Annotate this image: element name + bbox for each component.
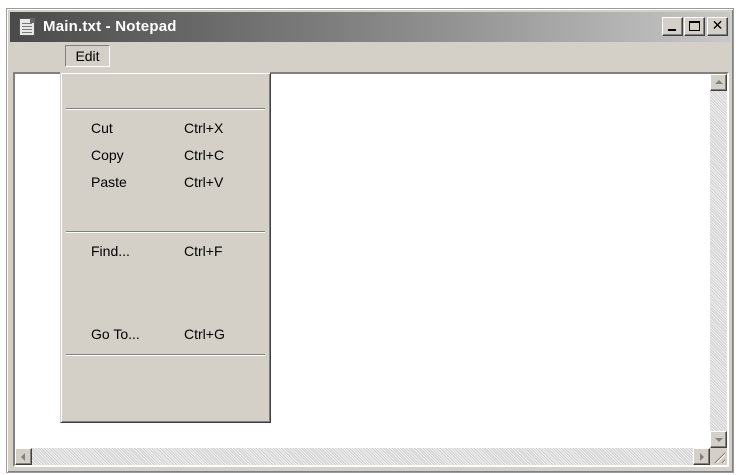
notepad-icon[interactable] bbox=[19, 18, 35, 36]
arrow-up-icon bbox=[715, 80, 723, 84]
menu-item-find[interactable]: Find... Ctrl+F bbox=[63, 239, 268, 263]
close-icon: ✕ bbox=[711, 18, 724, 34]
menu-item-label: Copy bbox=[91, 147, 124, 163]
scroll-down-button[interactable] bbox=[710, 431, 727, 448]
close-button[interactable]: ✕ bbox=[707, 17, 728, 36]
menu-item-shortcut: Ctrl+V bbox=[184, 174, 224, 190]
arrow-right-icon bbox=[700, 453, 704, 461]
arrow-down-icon bbox=[715, 438, 723, 442]
menu-item-label: Go To... bbox=[91, 326, 140, 342]
menu-separator bbox=[66, 108, 265, 110]
menu-item-cut[interactable]: Cut Ctrl+X bbox=[63, 116, 268, 140]
menu-item-shortcut: Ctrl+C bbox=[184, 147, 225, 163]
menu-edit[interactable]: Edit bbox=[65, 45, 110, 67]
window-title: Main.txt - Notepad bbox=[43, 18, 177, 35]
menu-item-label: Paste bbox=[91, 174, 127, 190]
menu-item-shortcut: Ctrl+F bbox=[184, 243, 223, 259]
menu-item-label: Cut bbox=[91, 120, 113, 136]
scroll-up-button[interactable] bbox=[710, 74, 727, 91]
maximize-button[interactable] bbox=[684, 17, 705, 36]
menu-item-goto[interactable]: Go To... Ctrl+G bbox=[63, 322, 268, 346]
menu-separator bbox=[66, 354, 265, 356]
edit-menu-dropdown: Cut Ctrl+X Copy Ctrl+C Paste Ctrl+V Find… bbox=[60, 72, 271, 423]
arrow-left-icon bbox=[21, 453, 25, 461]
size-grip[interactable] bbox=[710, 448, 727, 465]
scroll-right-button[interactable] bbox=[693, 448, 710, 465]
menu-item-shortcut: Ctrl+X bbox=[184, 120, 224, 136]
menu-item-copy[interactable]: Copy Ctrl+C bbox=[63, 143, 268, 167]
minimize-icon bbox=[668, 29, 676, 31]
horizontal-scrollbar[interactable] bbox=[15, 448, 710, 465]
scroll-left-button[interactable] bbox=[15, 448, 32, 465]
vertical-scrollbar[interactable] bbox=[710, 74, 727, 448]
maximize-icon bbox=[689, 21, 700, 31]
menu-item-paste[interactable]: Paste Ctrl+V bbox=[63, 170, 268, 194]
menu-separator bbox=[66, 231, 265, 233]
menu-bar: Edit bbox=[10, 42, 730, 70]
menu-item-label: Find... bbox=[91, 243, 130, 259]
minimize-button[interactable] bbox=[662, 17, 683, 36]
title-bar[interactable]: Main.txt - Notepad ✕ bbox=[10, 12, 730, 42]
menu-item-shortcut: Ctrl+G bbox=[184, 326, 225, 342]
